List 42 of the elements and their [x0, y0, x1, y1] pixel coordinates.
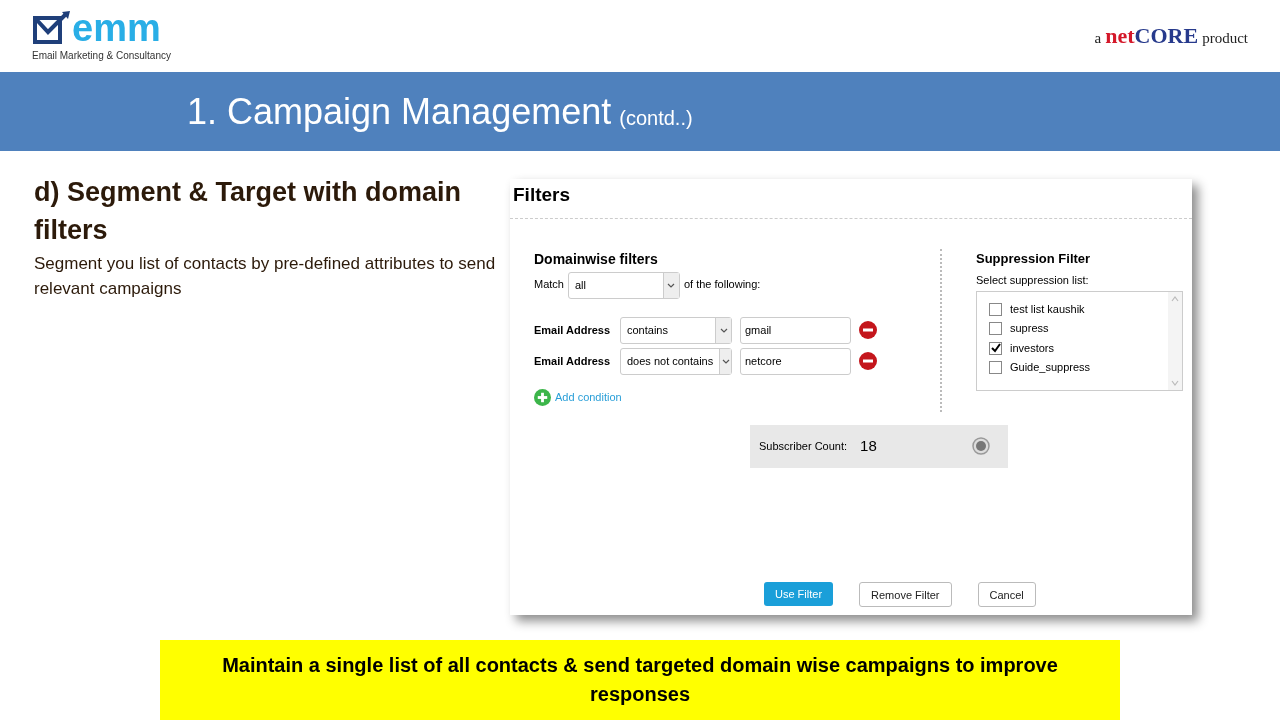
checkbox[interactable] [989, 302, 1002, 316]
remove-condition-icon[interactable] [859, 321, 877, 340]
dropdown-caret-icon [667, 282, 676, 288]
match-select[interactable]: all [567, 271, 680, 299]
section-heading: d) Segment & Target with domain filters [34, 176, 463, 248]
dialog-button[interactable]: Remove Filter [859, 582, 952, 608]
remove-condition-icon[interactable] [859, 352, 877, 371]
refresh-icon[interactable] [972, 437, 990, 456]
dialog-button[interactable]: Cancel [977, 582, 1036, 608]
envelope-logo-icon [32, 9, 72, 46]
dialog-title: Filters [513, 184, 571, 206]
dropdown-caret-icon [719, 327, 728, 333]
subscriber-count-value: 18 [860, 436, 878, 457]
operator-select[interactable]: contains [620, 316, 732, 344]
suppression-heading: Suppression Filter [976, 249, 1092, 268]
checkbox[interactable] [989, 322, 1002, 336]
suppression-list-name[interactable]: investors [1010, 339, 1055, 357]
section-description: Segment you list of contacts by pre-defined attributes to send relevant campaigns [34, 253, 497, 301]
suppression-label: Select suppression list: [976, 273, 1090, 289]
dropdown-caret-icon [721, 358, 730, 364]
footer-note: Maintain a single list of all contacts & send targeted domain wise campaigns to improve responses [221, 653, 1059, 708]
check-icon [990, 343, 1001, 354]
suppression-list-name[interactable]: supress [1010, 320, 1049, 337]
condition-value-field[interactable]: gmail [740, 316, 851, 344]
banner-title: 1. Campaign Management [187, 89, 612, 134]
checkbox[interactable] [989, 361, 1002, 375]
condition-field-label: Email Address [534, 354, 611, 370]
condition-value-field[interactable]: netcore [740, 347, 851, 375]
partner-logo: a netCORE product [1094, 22, 1248, 51]
match-suffix: of the following: [683, 276, 761, 292]
suppression-list-name[interactable]: test list kaushik [1010, 300, 1085, 318]
banner-subtitle: (contd..) [619, 105, 693, 131]
logo-wordmark: emm [72, 9, 161, 46]
operator-select[interactable]: does not contains [620, 347, 732, 375]
logo-tagline: Email Marketing & Consultancy [32, 49, 171, 62]
condition-field-label: Email Address [534, 323, 611, 339]
match-label: Match [534, 276, 564, 292]
add-icon[interactable] [534, 388, 551, 406]
suppression-list-name[interactable]: Guide_suppress [1010, 359, 1091, 376]
checkbox[interactable] [989, 341, 1002, 355]
domain-filters-heading: Domainwise filters [534, 249, 659, 269]
subscriber-count-label: Subscriber Count: [759, 439, 848, 455]
